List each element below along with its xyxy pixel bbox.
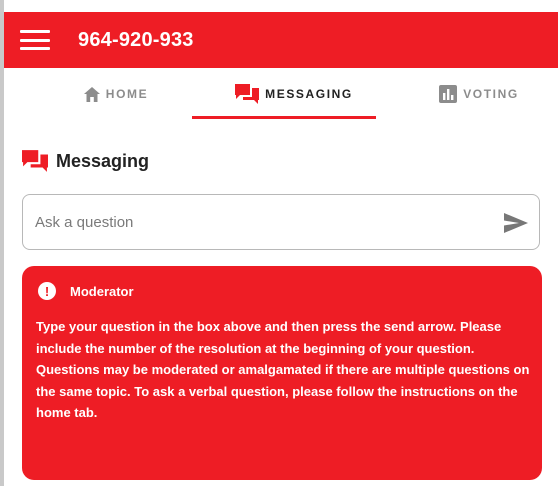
chat-bubbles-icon	[235, 84, 260, 104]
question-input[interactable]	[33, 206, 477, 238]
bar-chart-icon	[439, 85, 458, 103]
question-box	[22, 194, 540, 250]
top-app-bar: 964-920-933	[4, 12, 558, 68]
tab-voting[interactable]: VOTING	[424, 68, 534, 120]
section-header: Messaging	[22, 146, 149, 176]
moderator-notice: ! Moderator Type your question in the bo…	[22, 266, 542, 480]
send-arrow-icon	[504, 213, 528, 233]
exclamation-icon: !	[38, 282, 56, 300]
page-title: 964-920-933	[78, 28, 194, 51]
send-button[interactable]	[503, 211, 529, 235]
tab-voting-label: VOTING	[463, 87, 519, 101]
tab-home[interactable]: HOME	[66, 68, 166, 120]
section-title: Messaging	[56, 150, 150, 171]
chat-bubbles-icon	[22, 150, 48, 172]
notice-body: Type your question in the box above and …	[36, 319, 530, 420]
notice-title: Moderator	[70, 283, 134, 299]
notice-header: ! Moderator	[38, 282, 134, 300]
home-icon	[83, 86, 100, 102]
tab-messaging[interactable]: MESSAGING	[226, 68, 362, 120]
tab-messaging-label: MESSAGING	[265, 87, 353, 101]
tab-bar: HOME MESSAGING VOTING	[4, 68, 558, 120]
active-tab-indicator	[192, 116, 376, 119]
tab-home-label: HOME	[105, 87, 149, 101]
hamburger-menu-icon[interactable]	[20, 30, 50, 50]
